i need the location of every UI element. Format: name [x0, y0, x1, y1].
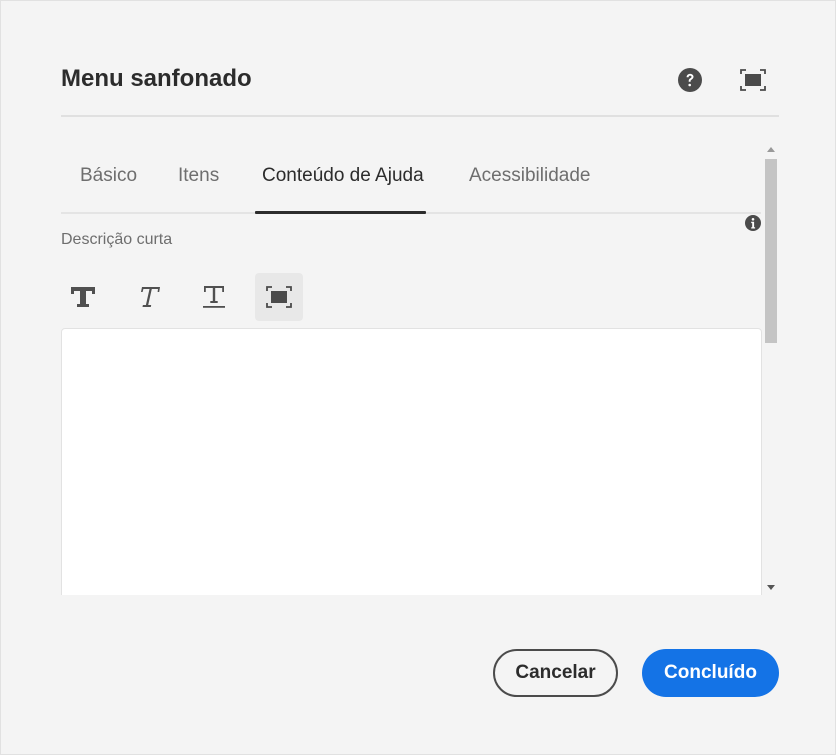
bold-button[interactable]	[61, 273, 107, 321]
short-description-label: Descrição curta	[61, 231, 173, 248]
scroll-down-arrow-icon[interactable]	[767, 585, 775, 590]
fullscreen-icon	[266, 286, 292, 308]
done-button[interactable]: Concluído	[642, 649, 779, 697]
dialog-content: Básico Itens Conteúdo de Ajuda Acessibil…	[61, 145, 779, 595]
dialog: Menu sanfonado Básico Itens Conteúdo de …	[0, 0, 836, 755]
tab-selected-indicator	[255, 211, 426, 214]
fullscreen-button[interactable]	[739, 66, 767, 94]
help-circle-icon	[678, 68, 702, 92]
italic-icon	[141, 287, 160, 307]
editor-fullscreen-button[interactable]	[255, 273, 303, 321]
underline-icon	[203, 286, 225, 308]
bold-icon	[71, 287, 95, 307]
cancel-button[interactable]: Cancelar	[493, 649, 618, 697]
scrollbar[interactable]	[764, 145, 778, 595]
tab-basico[interactable]: Básico	[80, 165, 137, 187]
tab-acessibilidade[interactable]: Acessibilidade	[469, 165, 590, 187]
tab-list: Básico Itens Conteúdo de Ajuda Acessibil…	[61, 145, 761, 214]
dialog-header: Menu sanfonado	[61, 61, 779, 117]
italic-button[interactable]	[125, 273, 173, 321]
scrollbar-thumb[interactable]	[765, 159, 777, 343]
info-icon[interactable]	[745, 215, 761, 231]
tab-itens[interactable]: Itens	[178, 165, 219, 187]
fullscreen-icon	[740, 69, 766, 91]
tab-conteudo-de-ajuda[interactable]: Conteúdo de Ajuda	[262, 165, 424, 187]
short-description-editor[interactable]	[61, 328, 762, 595]
help-button[interactable]	[676, 66, 704, 94]
scroll-up-arrow-icon[interactable]	[767, 147, 775, 152]
underline-button[interactable]	[190, 273, 238, 321]
dialog-title: Menu sanfonado	[61, 65, 252, 92]
